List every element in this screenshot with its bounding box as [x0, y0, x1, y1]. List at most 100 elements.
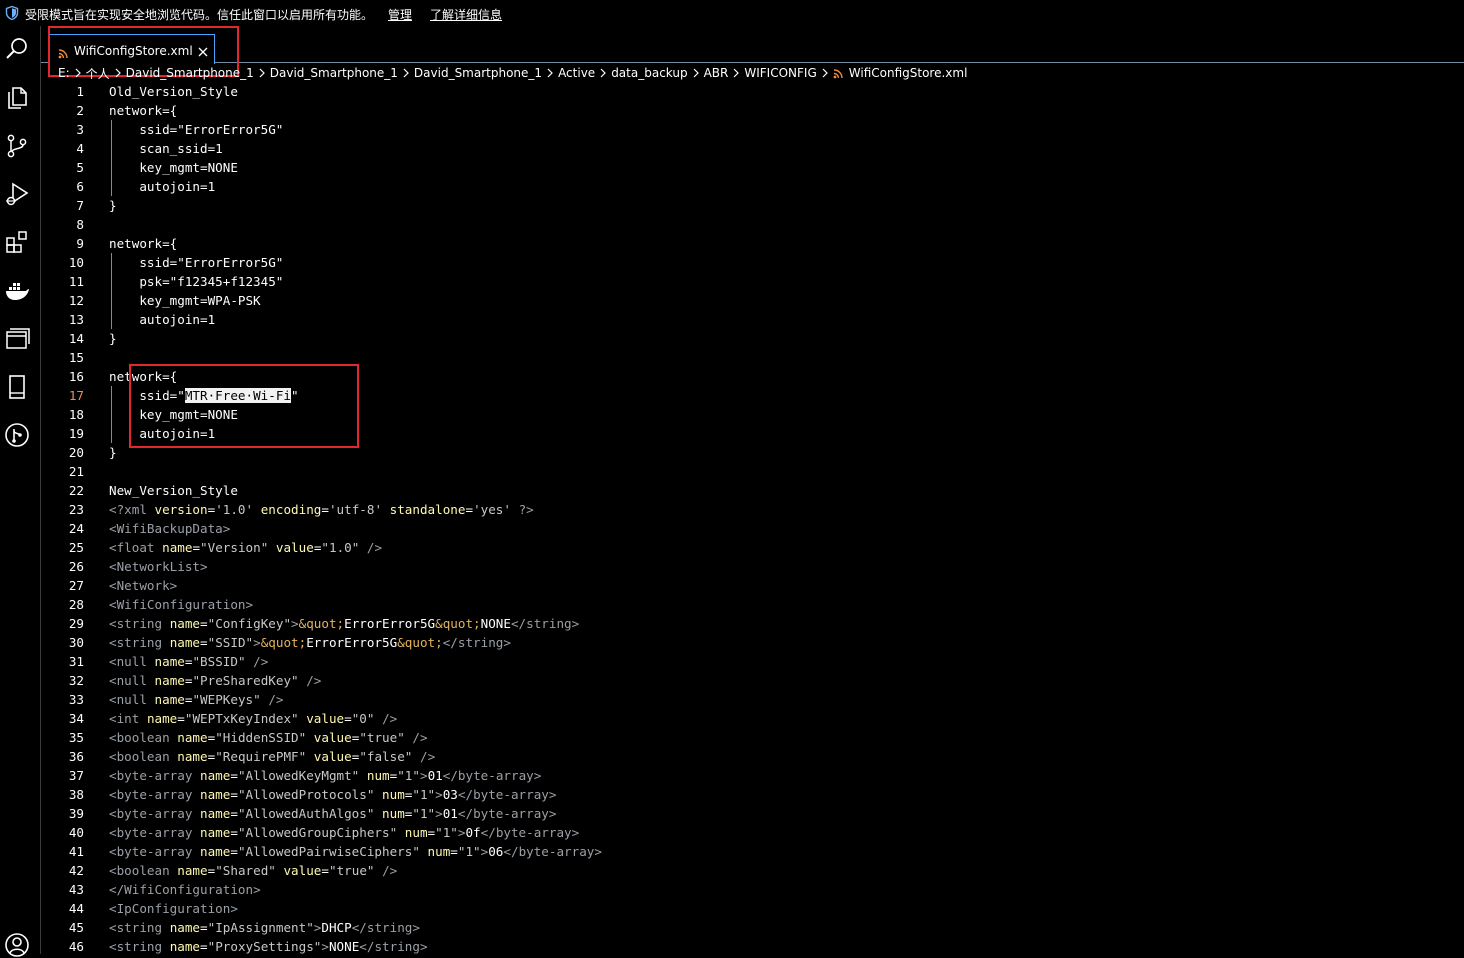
line-code: ssid="ErrorError5G" — [109, 255, 284, 270]
code-line[interactable]: 28 <WifiConfiguration> — [41, 595, 1464, 614]
code-line[interactable]: 41 <byte-array name="AllowedPairwiseCiphe… — [41, 842, 1464, 861]
restricted-mode-banner: 受限模式旨在实现安全地浏览代码。信任此窗口以启用所有功能。 管理 了解详细信息 — [0, 0, 1464, 26]
banner-message: 受限模式旨在实现安全地浏览代码。信任此窗口以启用所有功能。 — [25, 8, 374, 22]
indent-guide — [111, 253, 112, 329]
code-line[interactable]: 2 network={ — [41, 101, 1464, 120]
run-debug-icon[interactable] — [4, 181, 30, 207]
tab-wificonfigstore[interactable]: WifiConfigStore.xml — [48, 34, 215, 64]
search-icon[interactable] — [4, 36, 30, 62]
breadcrumb-file[interactable]: WifiConfigStore.xml — [849, 66, 968, 80]
code-line[interactable]: 31 <null name="BSSID" /> — [41, 652, 1464, 671]
line-number: 14 — [68, 331, 84, 346]
docker-icon[interactable] — [4, 278, 30, 304]
explorer-icon[interactable] — [4, 84, 30, 110]
code-line[interactable]: 38 <byte-array name="AllowedProtocols" nu… — [41, 785, 1464, 804]
chevron-right-icon — [817, 68, 833, 78]
line-number: 37 — [68, 768, 84, 783]
manage-link[interactable]: 管理 — [388, 6, 412, 23]
code-line[interactable]: 26 <NetworkList> — [41, 557, 1464, 576]
code-line[interactable]: 20} — [41, 443, 1464, 462]
line-code: scan_ssid=1 — [109, 141, 223, 156]
code-line[interactable]: 42 <boolean name="Shared" value="true" /> — [41, 861, 1464, 880]
code-line[interactable]: 12 key_mgmt=WPA-PSK — [41, 291, 1464, 310]
line-number: 7 — [76, 198, 84, 213]
line-code: <byte-array name="AllowedKeyMgmt" num="1… — [109, 768, 542, 783]
breadcrumb-item[interactable]: David_Smartphone_1 — [270, 66, 398, 80]
chevron-right-icon — [728, 68, 744, 78]
code-line[interactable]: 8 — [41, 215, 1464, 234]
breadcrumb-item[interactable]: David_Smartphone_1 — [414, 66, 542, 80]
breadcrumb-item[interactable]: WIFICONFIG — [744, 66, 816, 80]
code-line[interactable]: 6 autojoin=1 — [41, 177, 1464, 196]
code-line[interactable]: 3 ssid="ErrorError5G" — [41, 120, 1464, 139]
line-number: 18 — [68, 407, 84, 422]
line-number: 10 — [68, 255, 84, 270]
code-line[interactable]: 19 autojoin=1 — [41, 424, 1464, 443]
line-number: 28 — [68, 597, 84, 612]
line-code: New_Version_Style — [109, 483, 238, 498]
code-line[interactable]: 5 key_mgmt=NONE — [41, 158, 1464, 177]
code-line[interactable]: 17 ssid="MTR·Free·Wi-Fi" — [41, 386, 1464, 405]
code-line[interactable]: 18 key_mgmt=NONE — [41, 405, 1464, 424]
code-line[interactable]: 7} — [41, 196, 1464, 215]
code-line[interactable]: 43 </WifiConfiguration> — [41, 880, 1464, 899]
tablet-icon[interactable] — [4, 374, 30, 400]
code-line[interactable]: 37 <byte-array name="AllowedKeyMgmt" num=… — [41, 766, 1464, 785]
learn-more-link[interactable]: 了解详细信息 — [430, 6, 502, 23]
line-code: } — [109, 445, 117, 460]
code-line[interactable]: 39 <byte-array name="AllowedAuthAlgos" nu… — [41, 804, 1464, 823]
code-line[interactable]: 4 scan_ssid=1 — [41, 139, 1464, 158]
line-code: network={ — [109, 103, 178, 118]
code-line[interactable]: 30 <string name="SSID">&quot;ErrorError5G… — [41, 633, 1464, 652]
breadcrumb-item[interactable]: Active — [558, 66, 595, 80]
code-line[interactable]: 9 network={ — [41, 234, 1464, 253]
code-line[interactable]: 46 <string name="ProxySettings">NONE</str… — [41, 937, 1464, 956]
extensions-icon[interactable] — [4, 229, 30, 255]
breadcrumb-item[interactable]: ABR — [704, 66, 729, 80]
code-line[interactable]: 1 Old_Version_Style — [41, 82, 1464, 101]
code-line[interactable]: 10 ssid="ErrorError5G" — [41, 253, 1464, 272]
code-line[interactable]: 13 autojoin=1 — [41, 310, 1464, 329]
line-number: 45 — [68, 920, 84, 935]
line-code: <WifiConfiguration> — [109, 597, 254, 612]
breadcrumb-item[interactable]: David_Smartphone_1 — [126, 66, 254, 80]
close-icon[interactable] — [197, 43, 209, 57]
code-line[interactable]: 14} — [41, 329, 1464, 348]
code-line[interactable]: 44 <IpConfiguration> — [41, 899, 1464, 918]
code-line[interactable]: 34 <int name="WEPTxKeyIndex" value="0" /> — [41, 709, 1464, 728]
line-code: autojoin=1 — [109, 426, 216, 441]
code-line[interactable]: 40 <byte-array name="AllowedGroupCiphers"… — [41, 823, 1464, 842]
code-line[interactable]: 15 — [41, 348, 1464, 367]
breadcrumb-item[interactable]: 个人 — [86, 65, 110, 82]
line-number: 17 — [68, 388, 84, 403]
source-control-icon[interactable] — [4, 133, 30, 159]
line-code: key_mgmt=NONE — [109, 160, 238, 175]
git-graph-icon[interactable] — [4, 422, 30, 448]
chevron-right-icon — [398, 68, 414, 78]
line-code: <string name="ProxySettings">NONE</strin… — [109, 939, 428, 954]
line-code: network={ — [109, 236, 178, 251]
code-line[interactable]: 23 <?xml version='1.0' encoding='utf-8' s… — [41, 500, 1464, 519]
rss-file-icon — [58, 44, 68, 59]
code-line[interactable]: 27 <Network> — [41, 576, 1464, 595]
line-code: </WifiConfiguration> — [109, 882, 261, 897]
code-line[interactable]: 32 <null name="PreSharedKey" /> — [41, 671, 1464, 690]
breadcrumb-item[interactable]: data_backup — [611, 66, 687, 80]
remote-explorer-icon[interactable] — [4, 326, 30, 352]
code-line[interactable]: 22 New_Version_Style — [41, 481, 1464, 500]
breadcrumb-item[interactable]: E: — [58, 66, 70, 80]
code-line[interactable]: 45 <string name="IpAssignment">DHCP</stri… — [41, 918, 1464, 937]
line-number: 46 — [68, 939, 84, 954]
code-line[interactable]: 35 <boolean name="HiddenSSID" value="true… — [41, 728, 1464, 747]
line-code: Old_Version_Style — [109, 84, 238, 99]
code-line[interactable]: 21 — [41, 462, 1464, 481]
code-line[interactable]: 36 <boolean name="RequirePMF" value="fals… — [41, 747, 1464, 766]
code-line[interactable]: 11 psk="f12345+f12345" — [41, 272, 1464, 291]
code-line[interactable]: 25 <float name="Version" value="1.0" /> — [41, 538, 1464, 557]
code-editor[interactable]: 1 Old_Version_Style 2 network={3 ssid="Erro… — [41, 82, 1464, 954]
account-icon[interactable] — [4, 932, 30, 958]
code-line[interactable]: 16 network={ — [41, 367, 1464, 386]
code-line[interactable]: 33 <null name="WEPKeys" /> — [41, 690, 1464, 709]
code-line[interactable]: 29 <string name="ConfigKey">&quot;ErrorEr… — [41, 614, 1464, 633]
code-line[interactable]: 24 <WifiBackupData> — [41, 519, 1464, 538]
